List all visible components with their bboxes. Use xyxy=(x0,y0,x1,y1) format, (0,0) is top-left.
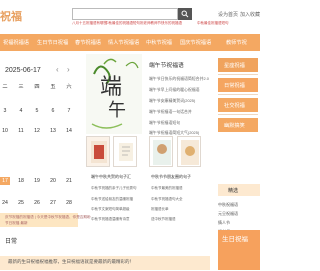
search-icon xyxy=(181,10,189,18)
festival-banner-text: 庆节祝福的祝福语 | 今天是中秋节祝福语、你是否期盼 xyxy=(5,215,91,219)
calendar: 2025-06-17 ‹ › 二 三 四 五 六 3 4 5 6 7 10 11… xyxy=(0,59,78,211)
birthday-banner-text: 生日祝福 xyxy=(222,236,248,243)
feature-title[interactable]: 端午节祝福语 xyxy=(149,60,184,69)
festival-banner-text: 节日祝福 最新 xyxy=(5,221,28,225)
section-label: 日常 xyxy=(5,239,18,245)
calendar-day[interactable]: 14 xyxy=(63,128,75,134)
calendar-day[interactable]: 4 xyxy=(15,108,27,114)
calendar-day[interactable]: 21 xyxy=(63,178,75,184)
calendar-day[interactable]: 3 xyxy=(0,108,11,114)
set-homepage-link[interactable]: 设为首页 xyxy=(218,11,238,18)
search-input[interactable] xyxy=(72,8,178,20)
calendar-day[interactable]: 20 xyxy=(47,178,59,184)
calendar-day-today[interactable]: 17 xyxy=(0,178,11,184)
hot-link[interactable]: 中秋最佳的祝福语短句 xyxy=(105,21,140,26)
calendar-day[interactable]: 5 xyxy=(31,108,43,114)
sidebar-link[interactable]: 情人节 xyxy=(218,220,230,226)
calendar-day[interactable]: 25 xyxy=(15,200,27,206)
calendar-day[interactable]: 19 xyxy=(31,178,43,184)
sidebar-link[interactable]: 元旦祝福语 xyxy=(218,211,238,217)
article-link[interactable]: 中秋节祝福语句大全 xyxy=(151,197,183,202)
daily-blessing-box[interactable]: 最新的生日祝福祝福推荐，生日祝福语就是要最新的最精彩的！ xyxy=(0,256,210,270)
calendar-day[interactable]: 28 xyxy=(63,200,75,206)
thumbnail-caption[interactable]: 中秋节节朋友圈的句子 xyxy=(151,174,191,180)
calendar-day[interactable]: 24 xyxy=(0,200,11,206)
article-link[interactable]: 中秋节祝福的亲子儿子优秀句 xyxy=(91,186,137,191)
sidebar-tab[interactable]: 星座祝福 xyxy=(218,58,258,72)
calendar-day[interactable]: 7 xyxy=(63,108,75,114)
calendar-day[interactable]: 13 xyxy=(47,128,59,134)
feature-link[interactable]: 端午节祝福语一句话合并 xyxy=(149,109,192,115)
calendar-day[interactable]: 18 xyxy=(15,178,27,184)
article-link[interactable]: 祝福语长辈 xyxy=(151,207,169,212)
calendar-date: 2025-06-17 xyxy=(5,67,41,74)
nav-item[interactable]: 教师节祝 xyxy=(226,39,247,46)
article-link[interactable]: 送中秋节祝福语 xyxy=(151,217,176,222)
article-link[interactable]: 中秋节祝福语温暖有诗意 xyxy=(91,217,130,222)
main-nav: 祝福祝福语 生日节日祝福 春节祝福语 情人节祝福语 中秋节祝福 国庆节祝福语 教… xyxy=(0,34,260,51)
thumbnail-image[interactable] xyxy=(177,136,201,167)
header: 祝福 八月十五祝福语有哪些 中秋最佳的祝福语短句 祝老师教师节快乐的祝福语 中秋… xyxy=(0,0,260,34)
divider xyxy=(218,74,258,75)
thumbnail-image[interactable] xyxy=(86,136,110,167)
search-button[interactable] xyxy=(178,8,192,20)
calendar-day[interactable]: 12 xyxy=(31,128,43,134)
hot-link[interactable]: 祝老师教师节快乐的祝福语 xyxy=(140,21,182,26)
calendar-day[interactable]: 10 xyxy=(0,128,11,134)
calendar-day[interactable]: 26 xyxy=(31,200,43,206)
calendar-weekday: 六 xyxy=(66,84,72,90)
sidebar-section-title: 精选 xyxy=(218,184,260,196)
right-sidebar: 星座祝福 日常祝福 社交祝福 幽默搞笑 精选 中秋祝福语 元旦祝福语 情人节 祝… xyxy=(218,52,260,270)
calendar-weekday: 五 xyxy=(50,84,56,90)
article-link[interactable]: 中秋节文案短句简单超级 xyxy=(91,207,130,212)
svg-text:端: 端 xyxy=(100,75,122,100)
nav-item[interactable]: 生日节日祝福 xyxy=(37,39,68,46)
thumbnail-image[interactable] xyxy=(149,136,173,167)
svg-text:午: 午 xyxy=(108,100,126,121)
calendar-day[interactable]: 6 xyxy=(47,108,59,114)
hot-link[interactable]: 八月十五祝福语有哪些 xyxy=(72,21,107,26)
feature-link[interactable]: 端午节祝福语短句 xyxy=(149,120,180,126)
calendar-next-button[interactable]: › xyxy=(67,65,70,74)
thumbnail-image[interactable] xyxy=(113,136,137,167)
nav-item[interactable]: 春节祝福语 xyxy=(75,39,101,46)
calendar-day[interactable]: 11 xyxy=(15,128,27,134)
thumbnail-caption[interactable]: 端午中秋共贺的句子汇 xyxy=(91,174,131,180)
dragon-boat-festival-image[interactable]: 端 午 xyxy=(86,54,142,134)
article-link[interactable]: 中秋节送给朋友的温暖祝福 xyxy=(91,197,133,202)
feature-link[interactable]: 端午节早上问候的暖心祝福语 xyxy=(149,87,200,93)
divider xyxy=(218,94,258,95)
calendar-weekday: 二 xyxy=(2,84,8,90)
sidebar-tab[interactable]: 日常祝福 xyxy=(218,78,258,92)
hot-link[interactable]: 中秋最佳祝福语短句 xyxy=(197,21,229,26)
add-favorite-link[interactable]: 加入收藏 xyxy=(240,11,260,18)
daily-blessing-text: 最新的生日祝福祝福推荐，生日祝福语就是要最新的最精彩的！ xyxy=(8,259,134,264)
nav-item[interactable]: 国庆节祝福语 xyxy=(180,39,211,46)
calendar-weekday: 三 xyxy=(18,84,24,90)
sidebar-tab[interactable]: 幽默搞笑 xyxy=(218,118,258,132)
divider xyxy=(218,114,258,115)
nav-item[interactable]: 祝福祝福语 xyxy=(3,39,29,46)
feature-link[interactable]: 端午节日快乐的祝福语简短合并2.0 xyxy=(149,76,209,82)
calendar-weekday: 四 xyxy=(34,84,40,90)
birthday-banner[interactable]: 生日祝福 xyxy=(218,230,260,270)
site-logo[interactable]: 祝福 xyxy=(0,8,22,24)
calendar-day[interactable]: 27 xyxy=(47,200,59,206)
nav-item[interactable]: 情人节祝福语 xyxy=(108,39,139,46)
festival-banner[interactable]: 庆节祝福的祝福语 | 今天是中秋节祝福语、你是否期盼 节日祝福 最新 xyxy=(0,213,91,227)
sidebar-tab[interactable]: 社交祝福 xyxy=(218,98,258,112)
nav-item[interactable]: 中秋节祝福 xyxy=(146,39,172,46)
sidebar-link[interactable]: 中秋祝福语 xyxy=(218,202,238,208)
article-link[interactable]: 中秋节最美的祝福语 xyxy=(151,186,183,191)
feature-link[interactable]: 端午节安康精美贺词(2025) xyxy=(149,98,195,104)
calendar-prev-button[interactable]: ‹ xyxy=(56,65,59,74)
